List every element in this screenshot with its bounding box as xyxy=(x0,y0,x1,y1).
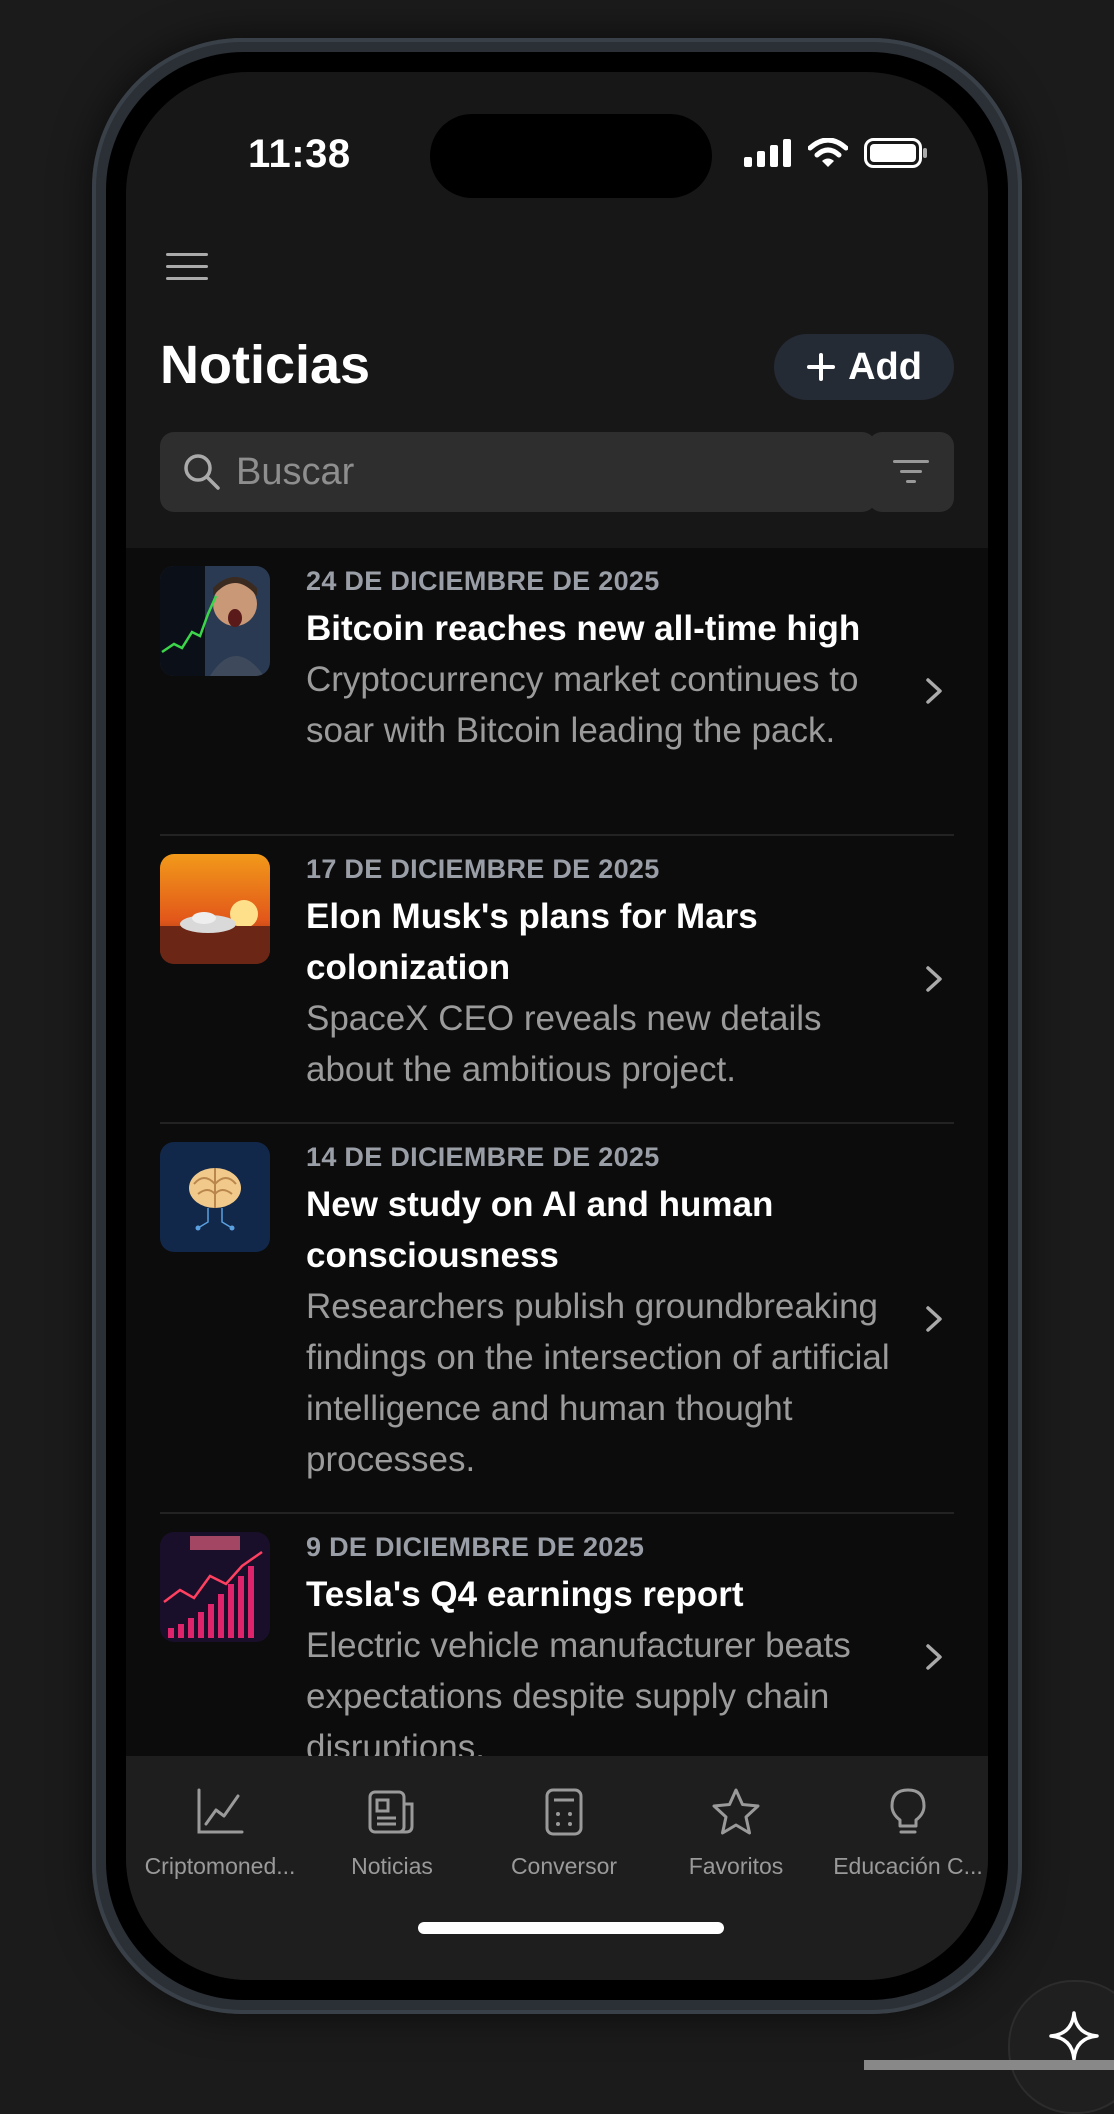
tab-educacion[interactable]: Educación C... xyxy=(822,1786,988,1880)
tab-label: Conversor xyxy=(510,1853,618,1879)
chevron-right-icon xyxy=(926,1306,942,1332)
news-item[interactable]: 24 DE DICIEMBRE DE 2025 Bitcoin reaches … xyxy=(160,548,954,836)
chevron-right-icon xyxy=(926,1644,942,1670)
bitcoin-thumbnail xyxy=(160,566,270,676)
phone-bezel: 11:38 Noticias Add Buscar 24 DE DICIEMBR… xyxy=(106,52,1008,2000)
news-date: 14 DE DICIEMBRE DE 2025 xyxy=(306,1142,660,1172)
status-time: 11:38 xyxy=(248,132,351,176)
news-title: Bitcoin reaches new all-time high xyxy=(306,609,861,648)
news-date: 17 DE DICIEMBRE DE 2025 xyxy=(306,854,660,884)
home-indicator[interactable] xyxy=(418,1922,724,1934)
tab-criptomonedas[interactable]: Criptomoned... xyxy=(134,1786,306,1880)
tab-label: Educación C... xyxy=(833,1853,983,1879)
news-item[interactable]: 17 DE DICIEMBRE DE 2025 Elon Musk's plan… xyxy=(160,836,954,1124)
dynamic-island xyxy=(430,114,712,198)
news-title: New study on AI and human consciousness xyxy=(306,1185,774,1275)
star-icon xyxy=(712,1788,760,1835)
news-content: 9 DE DICIEMBRE DE 2025 Tesla's Q4 earnin… xyxy=(306,1532,894,1773)
chevron-right-icon xyxy=(926,678,942,704)
add-button[interactable]: Add xyxy=(774,334,954,400)
chart-thumbnail xyxy=(160,1532,270,1642)
tab-bar: Criptomoned... Noticias Conversor Favori… xyxy=(126,1756,988,1980)
filter-button[interactable] xyxy=(868,432,954,512)
search-icon xyxy=(184,454,220,490)
tab-conversor[interactable]: Conversor xyxy=(478,1786,650,1880)
filter-icon xyxy=(893,460,929,483)
news-summary: Cryptocurrency market continues to soar … xyxy=(306,660,859,750)
calculator-icon xyxy=(545,1788,583,1836)
search-placeholder: Buscar xyxy=(236,450,355,493)
news-content: 14 DE DICIEMBRE DE 2025 New study on AI … xyxy=(306,1142,894,1485)
plus-icon xyxy=(807,353,836,381)
news-content: 17 DE DICIEMBRE DE 2025 Elon Musk's plan… xyxy=(306,854,894,1095)
wifi-icon xyxy=(808,138,848,167)
news-summary: Researchers publish groundbreaking findi… xyxy=(306,1287,890,1479)
tab-label: Noticias xyxy=(351,1853,433,1879)
sparkle-icon xyxy=(1049,2011,1099,2061)
news-title: Elon Musk's plans for Mars colonization xyxy=(306,897,758,987)
news-date: 9 DE DICIEMBRE DE 2025 xyxy=(306,1532,645,1562)
news-date: 24 DE DICIEMBRE DE 2025 xyxy=(306,566,660,596)
page-title: Noticias xyxy=(160,335,371,395)
search-input[interactable]: Buscar xyxy=(160,432,876,512)
add-button-label: Add xyxy=(848,345,922,388)
phone-frame: 11:38 Noticias Add Buscar 24 DE DICIEMBR… xyxy=(92,38,1022,2014)
app-screen: 11:38 Noticias Add Buscar 24 DE DICIEMBR… xyxy=(126,72,988,1980)
news-summary: SpaceX CEO reveals new details about the… xyxy=(306,999,822,1089)
hamburger-icon xyxy=(166,253,208,280)
chart-line-icon xyxy=(197,1788,244,1834)
menu-button[interactable] xyxy=(166,250,210,284)
tab-favoritos[interactable]: Favoritos xyxy=(650,1786,822,1880)
battery-icon xyxy=(864,138,927,168)
news-content: 24 DE DICIEMBRE DE 2025 Bitcoin reaches … xyxy=(306,566,894,756)
chevron-right-icon xyxy=(926,966,942,992)
newspaper-icon xyxy=(368,1790,414,1834)
news-item[interactable]: 14 DE DICIEMBRE DE 2025 New study on AI … xyxy=(160,1124,954,1514)
news-summary: Electric vehicle manufacturer beats expe… xyxy=(306,1626,851,1767)
brain-thumbnail xyxy=(160,1142,270,1252)
signal-icon xyxy=(744,139,791,167)
status-icons xyxy=(744,138,928,168)
news-title: Tesla's Q4 earnings report xyxy=(306,1575,744,1614)
tab-label: Favoritos xyxy=(688,1853,784,1879)
sparkle-button[interactable] xyxy=(1008,1980,1114,2114)
tab-noticias[interactable]: Noticias xyxy=(306,1786,478,1880)
divider xyxy=(864,2060,1114,2070)
lightbulb-icon xyxy=(890,1788,926,1834)
tab-label: Criptomoned... xyxy=(144,1853,296,1879)
mars-thumbnail xyxy=(160,854,270,964)
